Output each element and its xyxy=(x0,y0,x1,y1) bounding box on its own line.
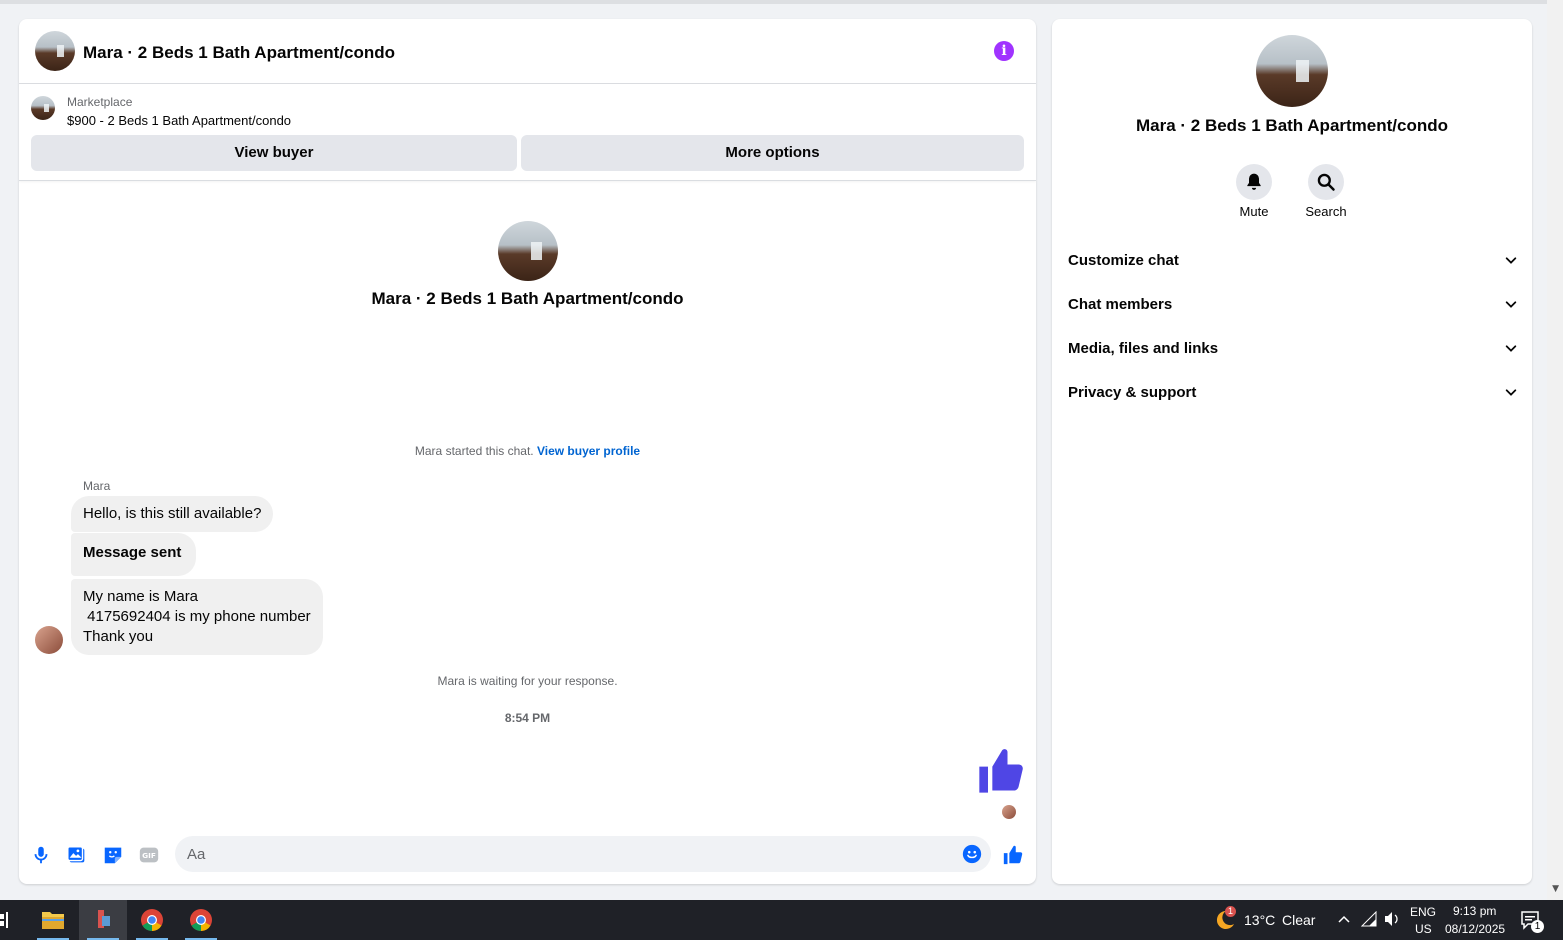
chat-intro-title: Mara · 2 Beds 1 Bath Apartment/condo xyxy=(371,289,684,308)
emoji-icon[interactable] xyxy=(961,843,983,865)
folder-icon xyxy=(42,912,64,929)
listing-thumbnail[interactable] xyxy=(31,96,55,120)
message-bubble[interactable]: Hello, is this still available? xyxy=(71,496,274,532)
mute-circle[interactable] xyxy=(1236,164,1272,200)
page-scrollbar[interactable] xyxy=(1547,0,1563,900)
search-button[interactable]: Search xyxy=(1291,164,1361,219)
image-icon[interactable] xyxy=(66,844,88,866)
seen-avatar xyxy=(1002,805,1016,819)
chat-panel: Mara · 2 Beds 1 Bath Apartment/condo i M… xyxy=(19,19,1036,884)
search-label: Search xyxy=(1305,204,1347,219)
listing-bar: Marketplace $900 - 2 Beds 1 Bath Apartme… xyxy=(19,84,1036,181)
message-bubble[interactable]: Message sent xyxy=(71,533,197,576)
waiting-notice: Mara is waiting for your response. xyxy=(437,674,618,688)
view-buyer-button[interactable]: View buyer xyxy=(31,135,517,171)
sender-name: Mara xyxy=(83,479,111,493)
chevron-down-icon xyxy=(1505,389,1517,396)
chevron-down-icon xyxy=(1505,257,1517,264)
chevron-down-icon xyxy=(1505,345,1517,352)
listing-source: Marketplace xyxy=(67,95,133,109)
sender-avatar[interactable] xyxy=(35,626,63,654)
task-view-icon[interactable] xyxy=(0,912,12,928)
info-icon[interactable]: i xyxy=(994,41,1014,61)
weather-badge: 1 xyxy=(1225,906,1236,917)
bell-icon xyxy=(1247,173,1261,190)
chat-intro-avatar xyxy=(498,221,558,281)
search-icon xyxy=(1317,173,1335,191)
thumbs-up-icon[interactable] xyxy=(1002,844,1024,866)
section-media-files-links[interactable]: Media, files and links xyxy=(1068,326,1518,370)
message-bubble[interactable]: My name is Mara 4175692404 is my phone n… xyxy=(71,579,323,655)
chat-title[interactable]: Mara · 2 Beds 1 Bath Apartment/condo xyxy=(83,43,395,63)
taskbar-chrome-2[interactable] xyxy=(177,900,225,940)
mute-button[interactable]: Mute xyxy=(1219,164,1289,219)
section-label: Media, files and links xyxy=(1068,340,1219,357)
message-area: Mara · 2 Beds 1 Bath Apartment/condo Mar… xyxy=(19,181,1036,831)
clock-time[interactable]: 9:13 pm xyxy=(1453,904,1496,918)
gif-icon[interactable]: GIF xyxy=(138,844,160,866)
top-divider xyxy=(0,0,1547,4)
clock-date[interactable]: 08/12/2025 xyxy=(1445,922,1505,936)
chat-header: Mara · 2 Beds 1 Bath Apartment/condo i xyxy=(19,19,1036,84)
windows-taskbar: 1 13°C Clear ENG US 9:13 pm 08/12/2025 1 xyxy=(0,900,1563,940)
section-chat-members[interactable]: Chat members xyxy=(1068,282,1518,326)
wifi-icon[interactable] xyxy=(1361,911,1377,927)
section-customize-chat[interactable]: Customize chat xyxy=(1068,238,1518,282)
chrome-icon xyxy=(190,909,212,931)
chat-started-notice: Mara started this chat. View buyer profi… xyxy=(19,444,1036,458)
app-icon xyxy=(98,910,110,928)
svg-text:GIF: GIF xyxy=(142,851,156,860)
info-title: Mara · 2 Beds 1 Bath Apartment/condo xyxy=(1135,116,1449,135)
chrome-icon xyxy=(141,909,163,931)
notification-count: 1 xyxy=(1531,920,1544,933)
thumbs-up-icon xyxy=(979,749,1023,793)
sticker-icon[interactable] xyxy=(102,844,124,866)
scroll-down-arrow[interactable]: ▼ xyxy=(1552,884,1559,894)
section-privacy-support[interactable]: Privacy & support xyxy=(1068,370,1518,414)
message-input[interactable]: Aa xyxy=(175,836,991,872)
more-options-button[interactable]: More options xyxy=(521,135,1024,171)
weather-temp[interactable]: 13°C xyxy=(1244,912,1275,928)
view-buyer-profile-link[interactable]: View buyer profile xyxy=(537,444,640,458)
chevron-up-icon[interactable] xyxy=(1337,914,1351,924)
volume-icon[interactable] xyxy=(1383,911,1401,927)
region-indicator[interactable]: US xyxy=(1415,922,1432,936)
composer: GIF Aa xyxy=(19,831,1036,884)
taskbar-app-active[interactable] xyxy=(79,900,127,940)
chat-info-panel: Mara · 2 Beds 1 Bath Apartment/condo Mut… xyxy=(1052,19,1532,884)
section-label: Privacy & support xyxy=(1068,384,1197,401)
chevron-down-icon xyxy=(1505,301,1517,308)
taskbar-chrome-1[interactable] xyxy=(128,900,176,940)
search-circle[interactable] xyxy=(1308,164,1344,200)
mic-icon[interactable] xyxy=(30,844,52,866)
section-label: Customize chat xyxy=(1068,252,1179,269)
taskbar-file-explorer[interactable] xyxy=(29,900,77,940)
mute-label: Mute xyxy=(1239,204,1269,219)
chat-started-text: Mara started this chat. xyxy=(414,444,534,458)
section-label: Chat members xyxy=(1068,296,1173,313)
listing-price-title[interactable]: $900 - 2 Beds 1 Bath Apartment/condo xyxy=(67,113,291,128)
chat-avatar[interactable] xyxy=(35,31,75,71)
info-avatar xyxy=(1256,35,1328,107)
message-input-placeholder: Aa xyxy=(187,846,206,863)
language-indicator[interactable]: ENG xyxy=(1410,905,1436,919)
weather-text[interactable]: Clear xyxy=(1282,912,1315,928)
message-timestamp: 8:54 PM xyxy=(504,711,551,725)
